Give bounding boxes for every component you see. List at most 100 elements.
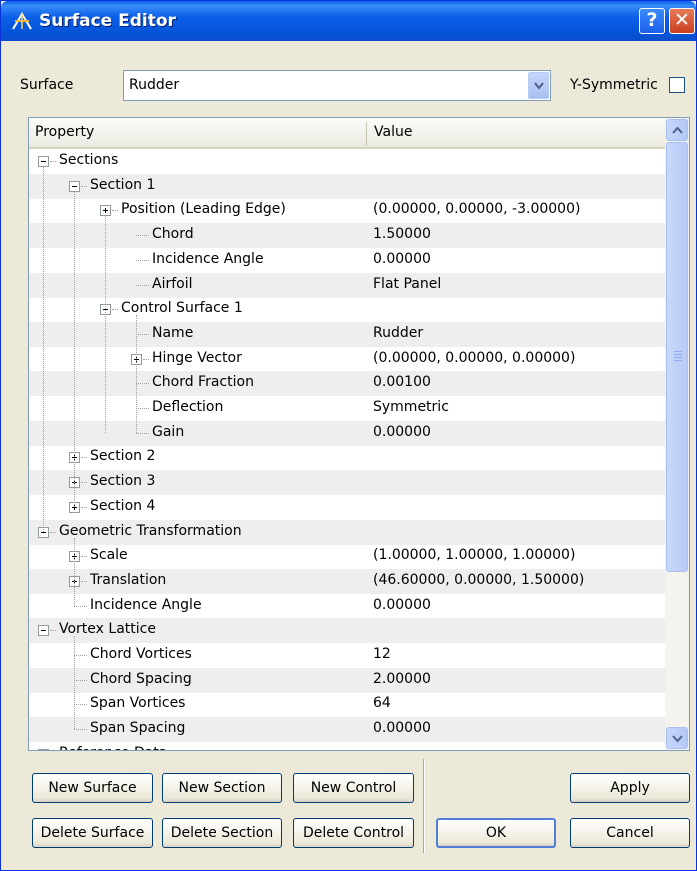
grid-row[interactable]: Incidence Angle 0.00000 (29, 594, 665, 619)
grid-row[interactable]: Airfoil Flat Panel (29, 272, 665, 298)
surface-editor-app-icon (12, 12, 32, 30)
property-name: Incidence Angle (90, 596, 202, 613)
property-name: Scale (90, 547, 128, 564)
property-name: Section 3 (90, 473, 156, 490)
property-name: Section 1 (90, 176, 156, 193)
y-symmetric-checkbox[interactable] (669, 77, 685, 93)
property-name: Sections (59, 152, 119, 168)
property-name: Geometric Transformation (59, 522, 242, 539)
property-name: Position (Leading Edge) (121, 201, 286, 218)
title-bar[interactable]: Surface Editor ? ✕ (1, 1, 696, 41)
property-name: Span Spacing (90, 720, 186, 737)
surface-select-value: Rudder (129, 77, 180, 93)
grid-row[interactable]: Translation (46.60000, 0.00000, 1.50000) (29, 568, 665, 594)
grid-row[interactable]: Scale (1.00000, 1.00000, 1.00000) (29, 544, 665, 569)
apply-button[interactable]: Apply (570, 773, 690, 803)
collapse-icon[interactable] (69, 180, 80, 192)
property-name: Chord (152, 226, 194, 243)
grid-row[interactable]: Hinge Vector (0.00000, 0.00000, 0.00000) (29, 347, 665, 372)
new-section-button[interactable]: New Section (162, 773, 282, 803)
property-value[interactable]: Rudder (373, 325, 423, 341)
grid-row[interactable]: Control Surface 1 (29, 297, 665, 322)
grid-row[interactable]: Span Vortices 64 (29, 692, 665, 717)
property-value[interactable]: 0.00000 (373, 424, 431, 440)
expand-icon[interactable] (100, 205, 111, 217)
scroll-up-button[interactable] (666, 119, 688, 141)
delete-control-button[interactable]: Delete Control (293, 818, 414, 848)
property-name: Deflection (152, 399, 224, 415)
property-value[interactable]: (0.00000, 0.00000, 0.00000) (373, 350, 575, 366)
grid-row[interactable]: Chord Spacing 2.00000 (29, 667, 665, 693)
property-value[interactable]: 0.00000 (373, 720, 431, 736)
property-name: Vortex Lattice (59, 621, 156, 638)
scroll-down-button[interactable] (666, 727, 688, 749)
new-surface-button[interactable]: New Surface (32, 773, 153, 803)
property-name: Gain (152, 423, 185, 440)
grid-row[interactable]: Sections (29, 149, 665, 174)
property-value[interactable]: Symmetric (373, 399, 449, 415)
delete-surface-button[interactable]: Delete Surface (32, 818, 153, 848)
surface-select[interactable]: Rudder (123, 70, 551, 101)
help-button[interactable]: ? (639, 8, 665, 34)
ok-button[interactable]: OK (436, 818, 556, 848)
cancel-button[interactable]: Cancel (570, 818, 690, 848)
button-divider (423, 759, 425, 853)
grid-row[interactable]: Reference Data (29, 742, 665, 750)
grid-row[interactable]: Section 1 (29, 173, 665, 199)
property-value[interactable]: 64 (373, 695, 391, 711)
chevron-down-icon (672, 735, 683, 742)
property-name: Section 4 (90, 497, 156, 514)
collapse-icon[interactable] (38, 156, 49, 167)
property-value[interactable]: 0.00100 (373, 374, 431, 390)
surface-select-arrow[interactable] (528, 72, 549, 99)
grid-row[interactable]: Gain 0.00000 (29, 420, 665, 446)
chevron-down-icon (534, 82, 544, 90)
new-control-button[interactable]: New Control (293, 773, 414, 803)
property-name: Chord Spacing (90, 670, 192, 687)
property-grid[interactable]: Property Value Sections Section 1 Position… (28, 117, 690, 751)
window-title: Surface Editor (39, 11, 176, 31)
grid-row[interactable]: Vortex Lattice (29, 618, 665, 644)
vertical-scrollbar[interactable] (665, 118, 689, 750)
chevron-up-icon (672, 127, 683, 134)
column-divider[interactable] (366, 122, 367, 146)
grid-row[interactable]: Geometric Transformation (29, 519, 665, 545)
property-value[interactable]: 1.50000 (373, 226, 431, 242)
surface-editor-window: Surface Editor ? ✕ Surface Rudder Y-Symm… (0, 0, 697, 871)
grid-row[interactable]: Span Spacing 0.00000 (29, 717, 665, 743)
close-button[interactable]: ✕ (669, 8, 695, 34)
scroll-thumb[interactable] (666, 142, 688, 572)
property-name: Hinge Vector (152, 349, 242, 366)
grid-row[interactable]: Section 4 (29, 495, 665, 520)
collapse-icon[interactable] (38, 748, 49, 750)
property-value[interactable]: 0.00000 (373, 597, 431, 613)
property-value[interactable]: (0.00000, 0.00000, -3.00000) (373, 201, 580, 217)
surface-label: Surface (20, 77, 74, 93)
collapse-icon[interactable] (38, 625, 49, 637)
property-value[interactable]: (1.00000, 1.00000, 1.00000) (373, 547, 575, 563)
delete-section-button[interactable]: Delete Section (162, 818, 282, 848)
property-value[interactable]: (46.60000, 0.00000, 1.50000) (373, 572, 584, 588)
property-name: Airfoil (152, 275, 193, 292)
grid-row[interactable]: Deflection Symmetric (29, 396, 665, 421)
property-name: Translation (90, 571, 167, 588)
grid-row[interactable]: Name Rudder (29, 321, 665, 347)
property-name: Chord Vortices (90, 646, 192, 662)
column-header-value[interactable]: Value (374, 124, 412, 140)
property-value[interactable]: 12 (373, 646, 391, 662)
grid-row[interactable]: Section 3 (29, 470, 665, 496)
property-name: Section 2 (90, 448, 156, 465)
column-header-property[interactable]: Property (35, 124, 94, 140)
grid-row[interactable]: Position (Leading Edge) (0.00000, 0.00000… (29, 198, 665, 223)
grid-row[interactable]: Incidence Angle 0.00000 (29, 248, 665, 273)
property-value[interactable]: 2.00000 (373, 671, 431, 687)
property-rows: Sections Section 1 Position (Leading Edge)… (29, 149, 665, 750)
property-name: Span Vortices (90, 695, 186, 712)
grid-row[interactable]: Section 2 (29, 445, 665, 470)
property-value[interactable]: Flat Panel (373, 276, 441, 292)
grid-row[interactable]: Chord Vortices 12 (29, 643, 665, 668)
grid-row[interactable]: Chord 1.50000 (29, 223, 665, 249)
grid-header: Property Value (29, 118, 665, 149)
property-value[interactable]: 0.00000 (373, 251, 431, 267)
grid-row[interactable]: Chord Fraction 0.00100 (29, 371, 665, 397)
